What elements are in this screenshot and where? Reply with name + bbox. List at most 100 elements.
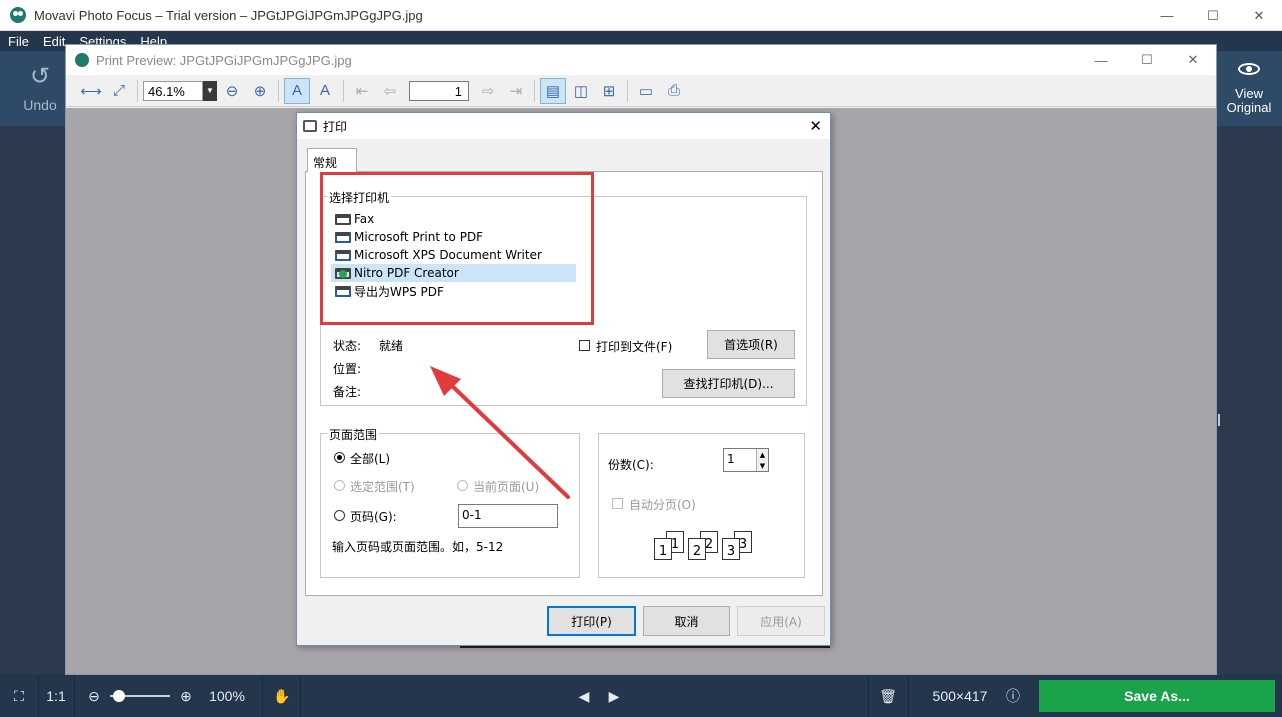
fit-width-icon[interactable]: ⟷ [78,78,104,104]
pp-close-button[interactable]: ✕ [1170,45,1216,75]
actual-size-button[interactable]: 1:1 [38,675,74,717]
zoom-combobox[interactable]: 46.1% ▼ [143,80,217,101]
range-pages-label: 页码(G): [350,510,397,524]
app-titlebar: Movavi Photo Focus – Trial version – JPG… [0,0,1282,31]
zoom-out-icon[interactable]: ⊖ [219,78,245,104]
last-page-icon[interactable]: ⇥ [503,78,529,104]
status-label: 状态: [333,339,362,353]
toolbar-separator [534,79,535,102]
print-preview-window-controls: — ☐ ✕ [1078,45,1216,75]
right-side-area [1216,126,1282,675]
bottom-separator [262,675,263,717]
page-setup-icon[interactable]: ▭ [633,78,659,104]
image-size: 500×417 [932,688,988,704]
menu-edit[interactable]: Edit [43,34,65,49]
first-page-icon[interactable]: ⇤ [349,78,375,104]
bottom-separator [300,675,301,717]
spinner-down-icon[interactable]: ▼ [760,462,765,470]
collate-page-icon: 3 [722,538,740,560]
bottom-separator [74,675,75,717]
cancel-button[interactable]: 取消 [643,606,730,636]
range-pages-input[interactable]: 0-1 [458,504,558,528]
find-printer-button[interactable]: 查找打印机(D)... [662,369,795,398]
range-selection-label: 选定范围(T) [350,480,415,494]
zoom-in-icon[interactable]: ⊕ [176,675,196,717]
print-preview-titlebar: Print Preview: JPGtJPGiJPGmJPGgJPG.jpg —… [66,45,1216,75]
zoom-percent: 100% [209,688,245,704]
left-side-area [0,126,65,675]
text-mode-b-icon[interactable]: A [312,78,338,104]
collate-page-icon: 2 [688,538,706,560]
tab-general[interactable]: 常规 [307,148,357,172]
two-page-icon[interactable]: ◫ [568,78,594,104]
print-dialog-titlebar: 打印 ✕ [297,113,830,139]
print-preview-toolbar: ⟷ ⤢ 46.1% ▼ ⊖ ⊕ A A ⇤ ⇦ 1 ⇨ ⇥ ▤ ◫ ⊞ ▭ ⎙ [66,75,1216,107]
range-pages-radio[interactable] [334,510,345,521]
annotation-highlight-box [320,172,594,325]
print-to-file-checkbox[interactable] [579,340,590,351]
pp-maximize-button[interactable]: ☐ [1124,45,1170,75]
view-label-line1: View [1235,85,1263,101]
spinner-up-icon[interactable]: ▲ [760,451,765,459]
minimize-button[interactable]: — [1144,0,1190,31]
eye-icon [1238,62,1260,75]
bottom-toolbar: ⛶ 1:1 ⊖ ⊕ 100% ✋ ◀ ▶ 🗑 500×417 ⓘ Save As… [0,675,1282,717]
previous-image-icon[interactable]: ◀ [572,675,596,717]
window-controls: — ☐ ✕ [1144,0,1282,31]
undo-icon: ↺ [29,62,51,90]
next-page-icon[interactable]: ⇨ [475,78,501,104]
collate-checkbox[interactable] [612,498,623,509]
zoom-in-icon[interactable]: ⊕ [247,78,273,104]
print-preview-logo-icon [75,53,89,67]
text-mode-a-icon[interactable]: A [284,77,310,104]
hand-tool-icon[interactable]: ✋ [264,675,300,717]
info-icon[interactable]: ⓘ [1000,675,1026,717]
app-title: Movavi Photo Focus – Trial version – JPG… [34,7,423,23]
collate-page-icon: 1 [654,538,672,560]
print-button[interactable]: 打印(P) [547,606,636,636]
preferences-button[interactable]: 首选项(R) [707,330,795,359]
dialog-close-icon[interactable]: ✕ [809,117,822,135]
range-selection-radio[interactable] [334,480,345,491]
range-all-radio[interactable] [334,452,345,463]
multi-page-icon[interactable]: ⊞ [596,78,622,104]
print-to-file-label: 打印到文件(F) [596,340,673,354]
copies-spinner[interactable]: ▲ ▼ [756,449,768,471]
page-number-input[interactable]: 1 [409,80,469,101]
single-page-icon[interactable]: ▤ [540,77,566,104]
next-image-icon[interactable]: ▶ [602,675,626,717]
previous-page-icon[interactable]: ⇦ [377,78,403,104]
comment-label: 备注: [333,385,362,399]
print-icon[interactable]: ⎙ [661,78,687,104]
fullscreen-icon[interactable]: ⛶ [0,675,38,717]
delete-icon[interactable]: 🗑 [868,675,908,717]
save-as-button[interactable]: Save As... [1039,680,1275,712]
print-preview-title: Print Preview: JPGtJPGiJPGmJPGgJPG.jpg [96,52,352,68]
toolbar-separator [627,79,628,102]
apply-button[interactable]: 应用(A) [737,606,825,636]
bottom-separator [908,675,909,717]
status-value: 就绪 [379,339,404,353]
view-original-button[interactable]: View Original [1216,51,1282,126]
range-hint: 输入页码或页面范围。如，5-12 [332,540,504,554]
collate-label: 自动分页(O) [629,498,696,512]
menu-file[interactable]: File [8,34,29,49]
printer-icon [303,120,317,132]
zoom-slider-thumb[interactable] [113,690,125,702]
toolbar-separator [137,79,138,102]
close-button[interactable]: ✕ [1236,0,1282,31]
app-logo-icon [10,7,26,23]
page-range-legend: 页面范围 [327,426,380,443]
range-current-label: 当前页面(U) [473,480,540,494]
fit-page-icon[interactable]: ⤢ [106,78,132,104]
pp-minimize-button[interactable]: — [1078,45,1124,75]
zoom-value[interactable]: 46.1% [143,80,203,101]
copies-label: 份数(C): [608,458,654,472]
undo-label: Undo [23,96,57,113]
zoom-dropdown-icon[interactable]: ▼ [203,80,217,101]
maximize-button[interactable]: ☐ [1190,0,1236,31]
print-dialog-title: 打印 [323,119,348,134]
zoom-out-icon[interactable]: ⊖ [84,675,104,717]
range-current-radio[interactable] [457,480,468,491]
page-range-group: 页面范围 全部(L) 选定范围(T) 当前页面(U) 页码(G): 0-1 输入… [320,426,580,578]
